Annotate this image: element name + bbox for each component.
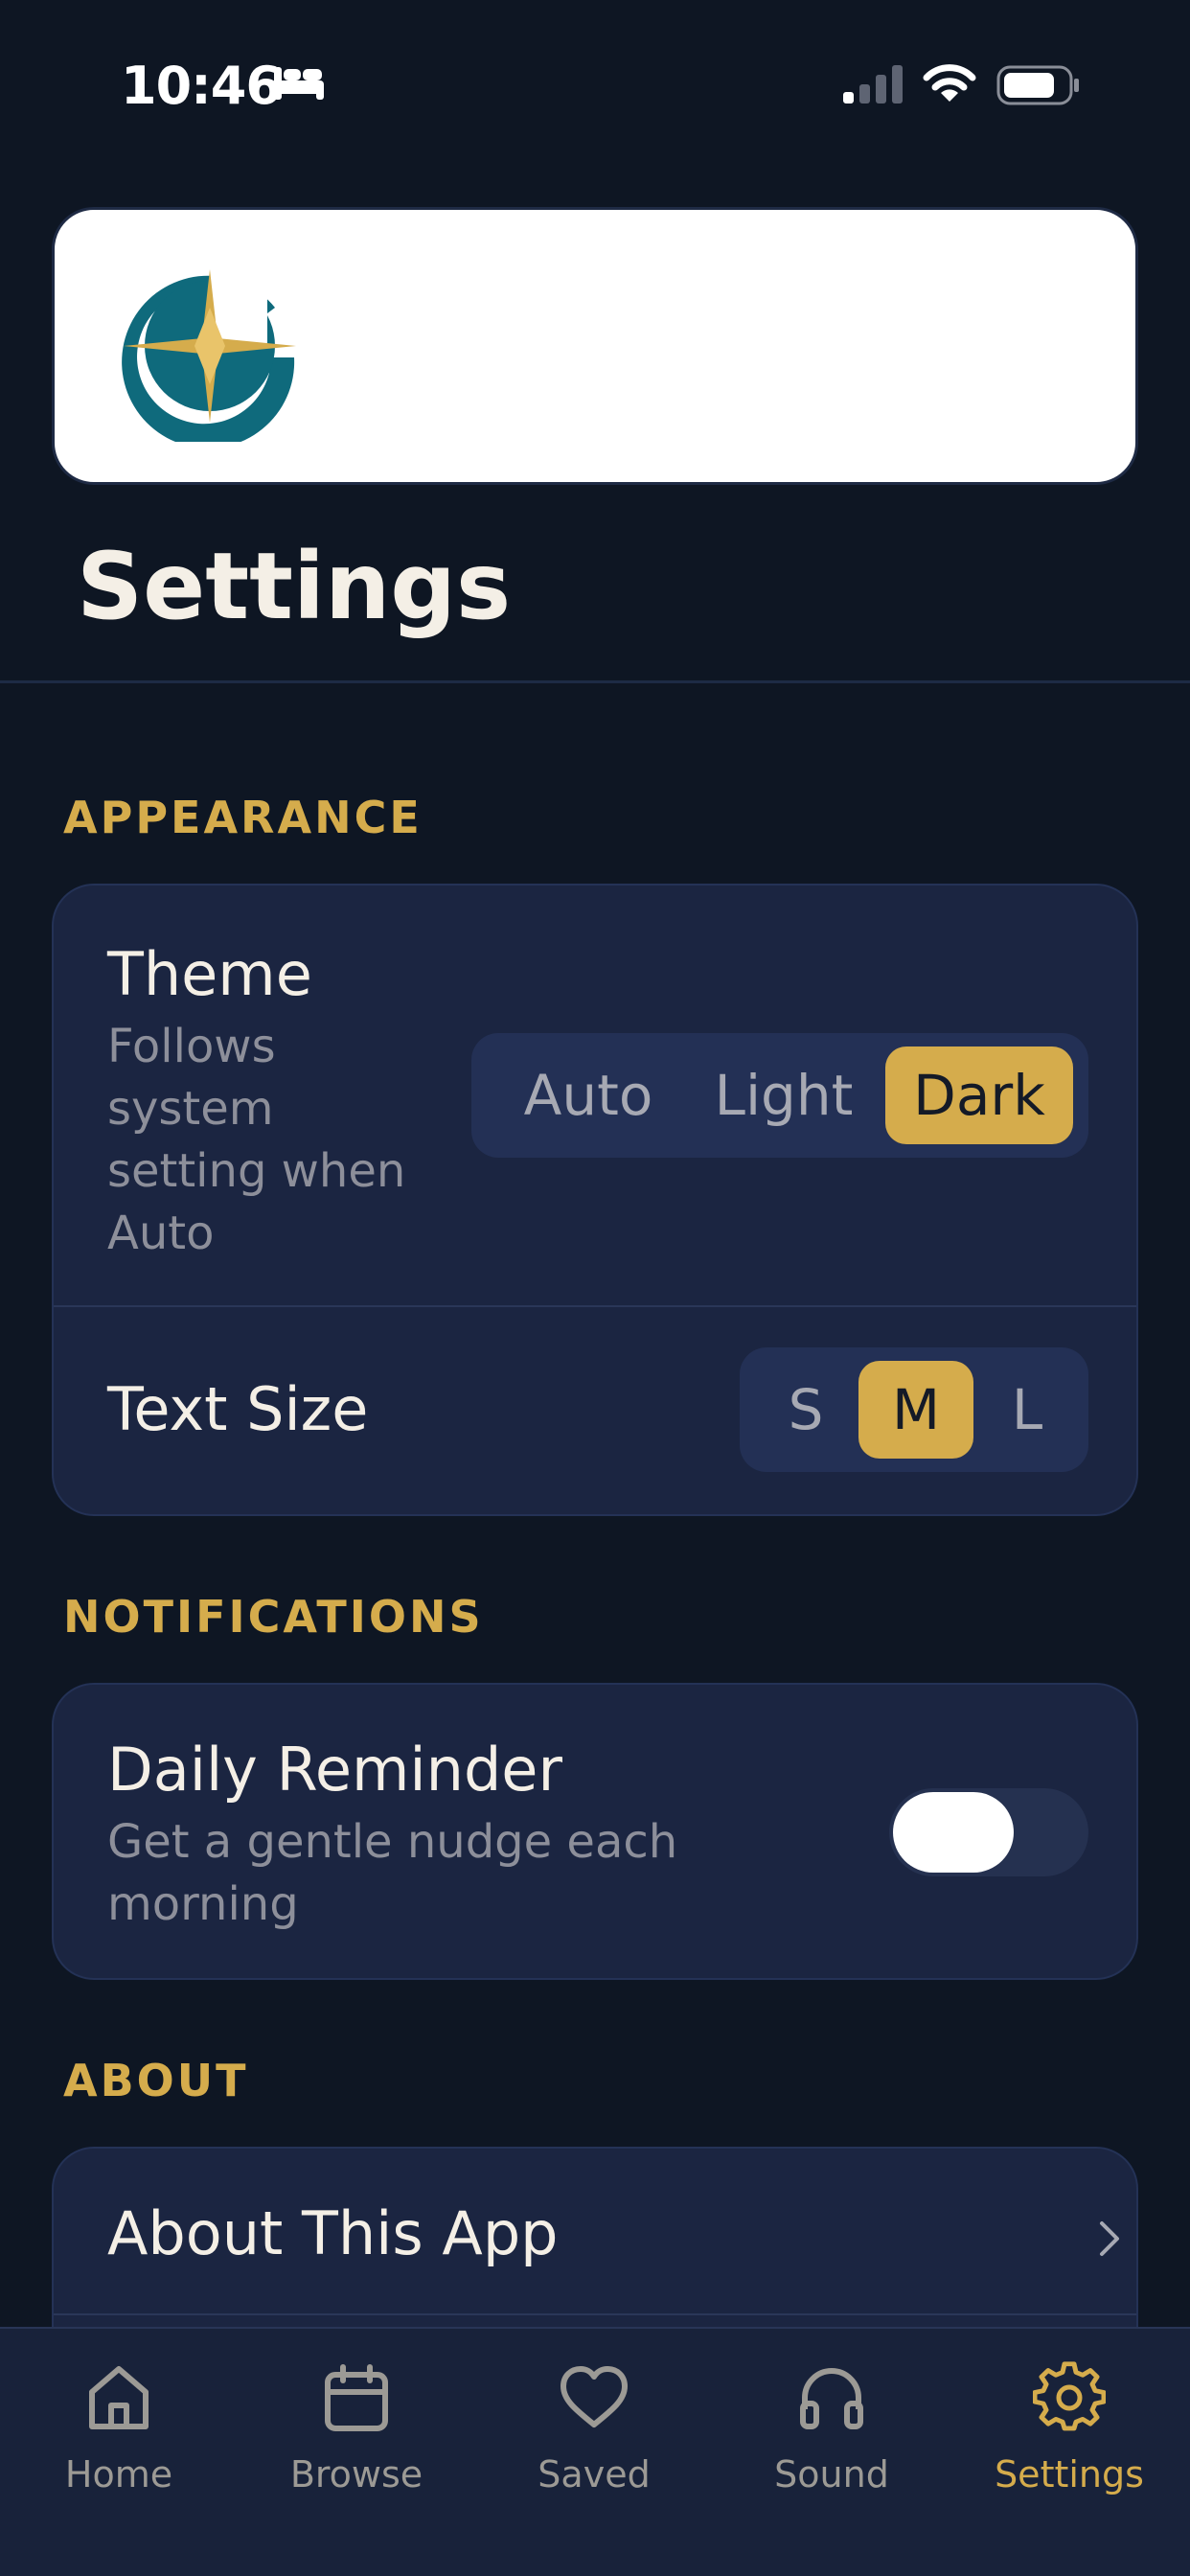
tab-home[interactable]: Home <box>0 2329 238 2520</box>
daily-reminder-subtitle: Get a gentle nudge each morning <box>107 1815 678 1931</box>
tab-label-browse: Browse <box>289 2453 423 2496</box>
tab-label-home: Home <box>64 2453 173 2496</box>
toggle-knob <box>893 1792 1014 1873</box>
bed-icon <box>274 67 324 100</box>
tab-browse[interactable]: Browse <box>238 2329 475 2520</box>
about-this-app-title: About This App <box>107 2198 559 2268</box>
section-label-notifications: NOTIFICATIONS <box>63 1591 484 1643</box>
tab-settings[interactable]: Settings <box>950 2329 1188 2520</box>
theme-option-auto[interactable]: Auto <box>492 1046 684 1144</box>
tab-label-settings: Settings <box>995 2453 1144 2496</box>
notifications-card: Daily Reminder Get a gentle nudge each m… <box>52 1683 1138 1980</box>
theme-segmented-control: Auto Light Dark <box>471 1033 1088 1158</box>
row-divider <box>54 2313 1136 2315</box>
gear-icon <box>1033 2361 1106 2431</box>
row-divider <box>54 1305 1136 1307</box>
theme-title: Theme <box>107 939 312 1009</box>
daily-reminder-title: Daily Reminder <box>107 1735 562 1805</box>
calendar-icon <box>325 2364 388 2431</box>
cellular-signal-icon <box>843 65 903 104</box>
battery-icon <box>996 65 1079 105</box>
heart-icon <box>561 2366 628 2427</box>
theme-option-light[interactable]: Light <box>690 1046 878 1144</box>
daily-reminder-toggle[interactable] <box>889 1788 1088 1876</box>
text-size-option-l[interactable]: L <box>977 1361 1077 1459</box>
header-divider <box>0 680 1190 683</box>
compass-logo-icon <box>122 260 296 442</box>
chevron-right-icon <box>1100 2221 1119 2256</box>
logo-card <box>52 207 1138 485</box>
text-size-segmented-control: S M L <box>740 1347 1088 1472</box>
tab-label-sound: Sound <box>774 2453 889 2496</box>
tab-label-saved: Saved <box>538 2453 651 2496</box>
page-title: Settings <box>77 533 512 640</box>
theme-option-dark[interactable]: Dark <box>885 1046 1073 1144</box>
theme-subtitle: Follows system setting when Auto <box>107 1020 406 1260</box>
tab-sound[interactable]: Sound <box>713 2329 950 2520</box>
home-icon <box>89 2366 149 2429</box>
appearance-card: Theme Follows system setting when Auto A… <box>52 884 1138 1516</box>
status-time: 10:46 <box>121 56 282 116</box>
section-label-about: ABOUT <box>63 2055 249 2106</box>
text-size-option-m[interactable]: M <box>858 1361 973 1459</box>
headphones-icon <box>800 2368 863 2429</box>
text-size-option-s[interactable]: S <box>753 1361 858 1459</box>
tab-bar: Home Browse Saved Sound Settings <box>0 2327 1190 2576</box>
status-bar: 10:46 <box>0 0 1190 172</box>
wifi-icon <box>923 64 976 102</box>
section-label-appearance: APPEARANCE <box>63 792 423 843</box>
text-size-title: Text Size <box>107 1374 369 1444</box>
tab-saved[interactable]: Saved <box>475 2329 713 2520</box>
settings-screen: 10:46 Settings APPEARANCE Theme Follows … <box>0 0 1190 2576</box>
